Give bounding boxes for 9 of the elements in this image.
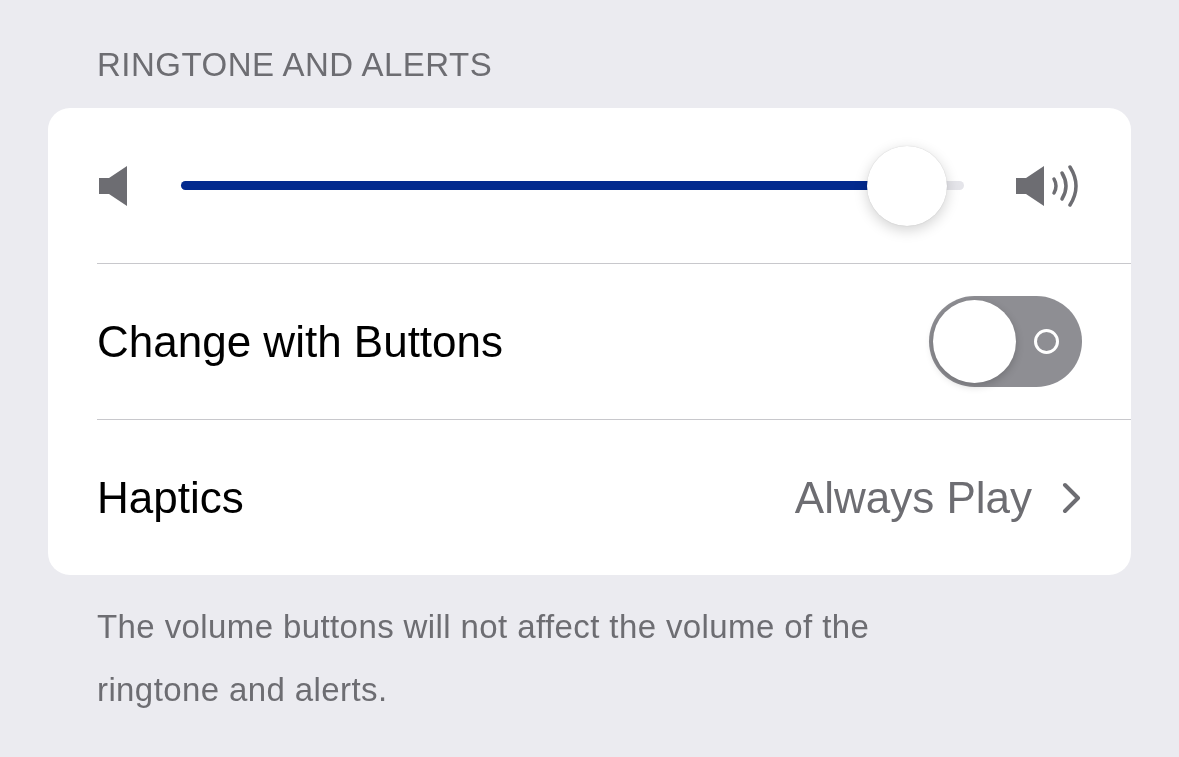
row-value: Always Play [794,472,1032,523]
footer-note: The volume buttons will not affect the volume of the ringtone and alerts. [96,607,871,710]
slider-thumb[interactable] [866,145,947,226]
row-label: Change with Buttons [97,316,505,367]
section-header: RINGTONE AND ALERTS [96,45,494,85]
row-label: Haptics [97,472,245,523]
off-indicator-icon [1033,328,1060,355]
chevron-icon [1062,481,1082,514]
volume-slider[interactable] [181,144,964,227]
